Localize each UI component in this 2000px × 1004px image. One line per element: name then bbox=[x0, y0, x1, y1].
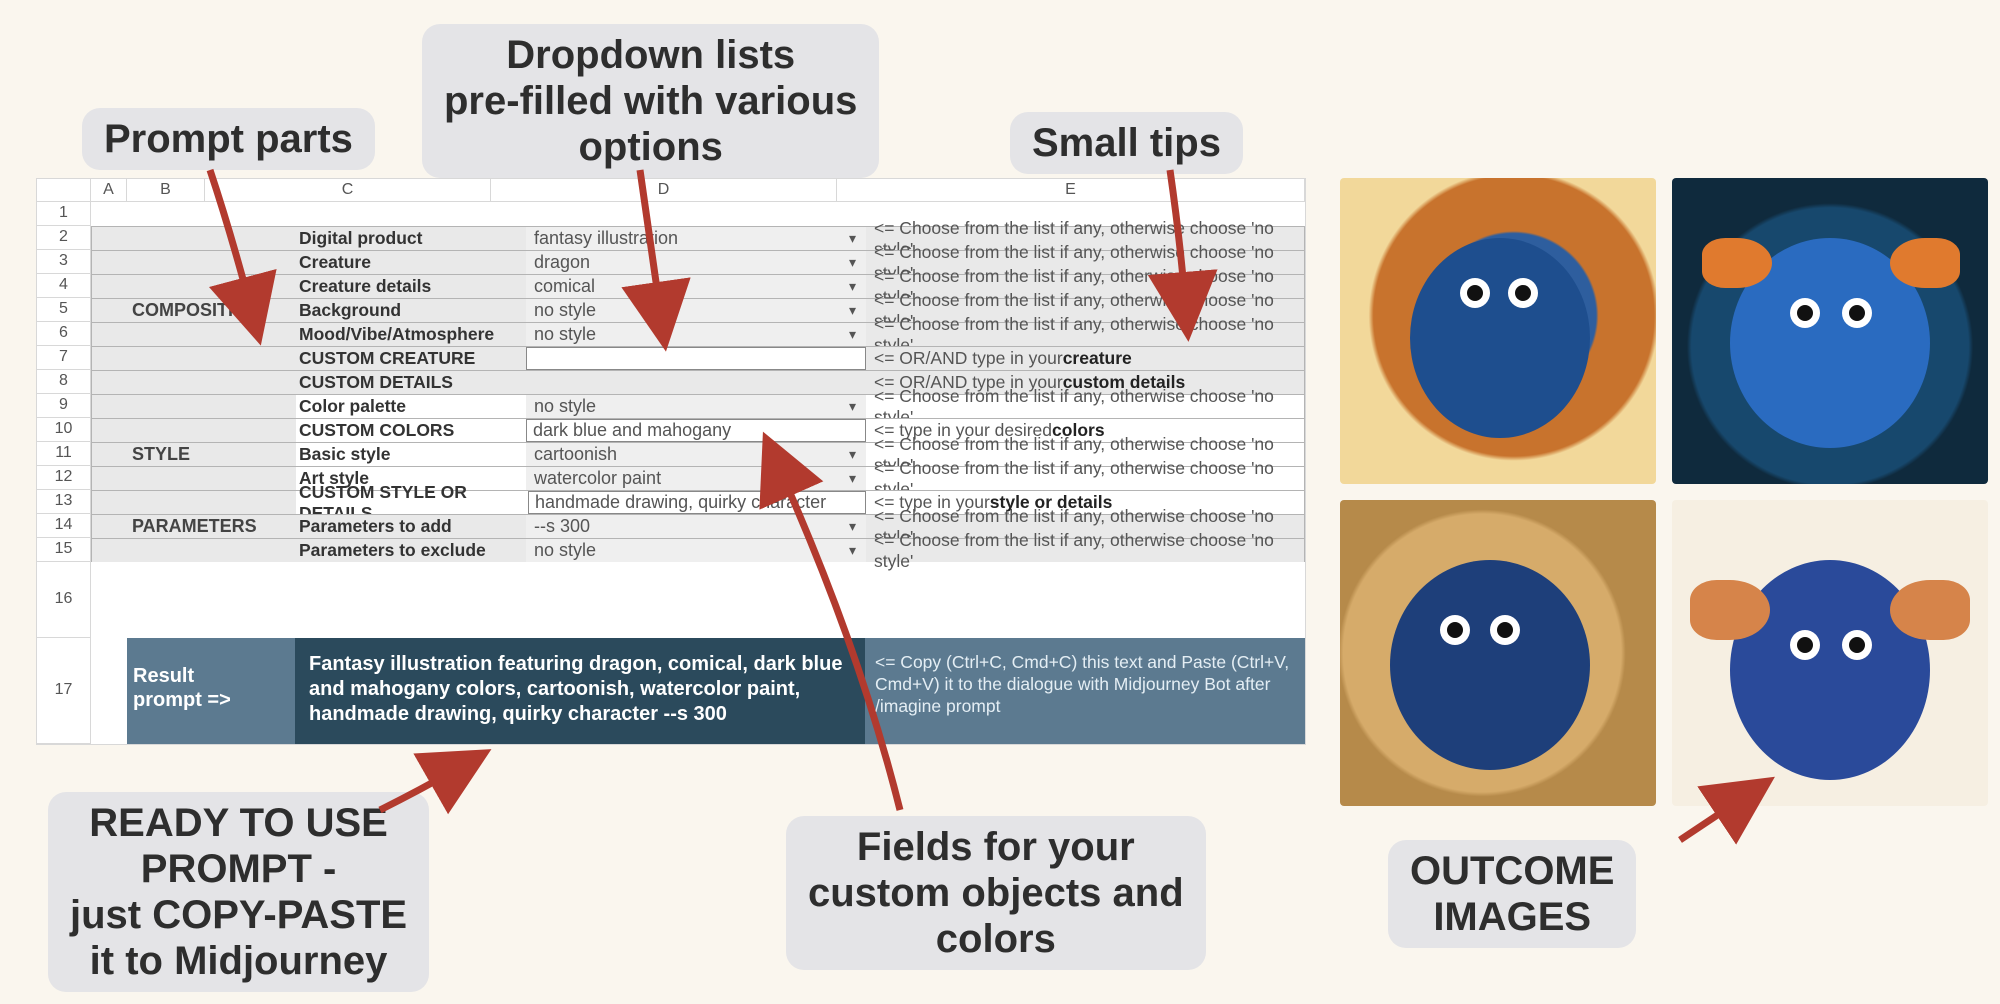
row-6[interactable]: 6 bbox=[37, 322, 91, 346]
dropdown-basic-style[interactable]: cartoonish bbox=[526, 443, 866, 466]
row-10[interactable]: 10 bbox=[37, 418, 91, 442]
row-16[interactable]: 16 bbox=[37, 562, 91, 638]
callout-outcome: OUTCOME IMAGES bbox=[1388, 840, 1636, 948]
outcome-image-2 bbox=[1672, 178, 1988, 484]
tip-custom-creature: <= OR/AND type in your creature bbox=[866, 347, 1304, 370]
result-hint: <= Copy (Ctrl+C, Cmd+C) this text and Pa… bbox=[865, 638, 1305, 744]
row-17[interactable]: 17 bbox=[37, 638, 91, 744]
dropdown-mood[interactable]: no style bbox=[526, 323, 866, 346]
dropdown-background[interactable]: no style bbox=[526, 299, 866, 322]
row-2[interactable]: 2 bbox=[37, 226, 91, 250]
outcome-image-3 bbox=[1340, 500, 1656, 806]
row-numbers: 1 2 3 4 5 6 7 8 9 10 11 12 13 14 15 16 1… bbox=[37, 202, 91, 744]
tip-art-style: <= Choose from the list if any, otherwis… bbox=[866, 467, 1304, 490]
input-custom-creature[interactable] bbox=[526, 347, 866, 370]
row-12[interactable]: 12 bbox=[37, 466, 91, 490]
outcome-images-grid bbox=[1340, 178, 1988, 806]
column-headers: A B C D E bbox=[37, 179, 1305, 202]
dropdown-digital-product[interactable]: fantasy illustration bbox=[526, 227, 866, 250]
label-mood: Mood/Vibe/Atmosphere bbox=[296, 323, 526, 346]
row-5[interactable]: 5 bbox=[37, 298, 91, 322]
cell-custom-details[interactable] bbox=[526, 371, 866, 394]
section-parameters-label: PARAMETERS bbox=[128, 515, 296, 538]
row-3[interactable]: 3 bbox=[37, 250, 91, 274]
row-11[interactable]: 11 bbox=[37, 442, 91, 466]
row-4[interactable]: 4 bbox=[37, 274, 91, 298]
tip-mood: <= Choose from the list if any, otherwis… bbox=[866, 323, 1304, 346]
label-creature-details: Creature details bbox=[296, 275, 526, 298]
corner-cell[interactable] bbox=[37, 179, 91, 202]
col-d[interactable]: D bbox=[491, 179, 837, 202]
label-color-palette: Color palette bbox=[296, 395, 526, 418]
row-7[interactable]: 7 bbox=[37, 346, 91, 370]
label-background: Background bbox=[296, 299, 526, 322]
label-custom-style: CUSTOM STYLE OR DETAILS bbox=[296, 491, 528, 514]
dropdown-params-add[interactable]: --s 300 bbox=[526, 515, 866, 538]
input-custom-style[interactable]: handmade drawing, quirky character bbox=[528, 491, 866, 514]
callout-dropdowns: Dropdown lists pre-filled with various o… bbox=[422, 24, 879, 178]
section-composition bbox=[128, 227, 296, 250]
col-e[interactable]: E bbox=[837, 179, 1305, 202]
callout-custom-fields: Fields for your custom objects and color… bbox=[786, 816, 1206, 970]
row-14[interactable]: 14 bbox=[37, 514, 91, 538]
row-1[interactable]: 1 bbox=[37, 202, 91, 226]
label-params-add: Parameters to add bbox=[296, 515, 526, 538]
col-c[interactable]: C bbox=[205, 179, 491, 202]
tip-params-exclude: <= Choose from the list if any, otherwis… bbox=[866, 539, 1304, 562]
label-basic-style: Basic style bbox=[296, 443, 526, 466]
callout-small-tips: Small tips bbox=[1010, 112, 1243, 174]
section-composition-label: COMPOSITION bbox=[128, 299, 296, 322]
dropdown-creature-details[interactable]: comical bbox=[526, 275, 866, 298]
label-params-exclude: Parameters to exclude bbox=[296, 539, 526, 562]
outcome-image-4 bbox=[1672, 500, 1988, 806]
row-8[interactable]: 8 bbox=[37, 370, 91, 394]
row-15[interactable]: 15 bbox=[37, 538, 91, 562]
label-custom-details: CUSTOM DETAILS bbox=[296, 371, 526, 394]
dropdown-creature[interactable]: dragon bbox=[526, 251, 866, 274]
col-b[interactable]: B bbox=[127, 179, 205, 202]
input-custom-colors[interactable]: dark blue and mahogany bbox=[526, 419, 866, 442]
dropdown-color-palette[interactable]: no style bbox=[526, 395, 866, 418]
label-custom-colors: CUSTOM COLORS bbox=[296, 419, 526, 442]
callout-ready-prompt: READY TO USE PROMPT - just COPY-PASTE it… bbox=[48, 792, 429, 992]
dropdown-art-style[interactable]: watercolor paint bbox=[526, 467, 866, 490]
outcome-image-1 bbox=[1340, 178, 1656, 484]
row-9[interactable]: 9 bbox=[37, 394, 91, 418]
result-label: Result prompt => bbox=[127, 638, 295, 744]
row-13[interactable]: 13 bbox=[37, 490, 91, 514]
spreadsheet: A B C D E 1 2 3 4 5 6 7 8 9 10 11 12 13 … bbox=[36, 178, 1306, 745]
section-style-label: STYLE bbox=[128, 443, 296, 466]
result-prompt-text[interactable]: Fantasy illustration featuring dragon, c… bbox=[295, 638, 865, 744]
label-digital-product: Digital product bbox=[296, 227, 526, 250]
callout-prompt-parts: Prompt parts bbox=[82, 108, 375, 170]
label-creature: Creature bbox=[296, 251, 526, 274]
col-a[interactable]: A bbox=[91, 179, 127, 202]
dropdown-params-exclude[interactable]: no style bbox=[526, 539, 866, 562]
label-custom-creature: CUSTOM CREATURE bbox=[296, 347, 526, 370]
tip-color-palette: <= Choose from the list if any, otherwis… bbox=[866, 395, 1304, 418]
